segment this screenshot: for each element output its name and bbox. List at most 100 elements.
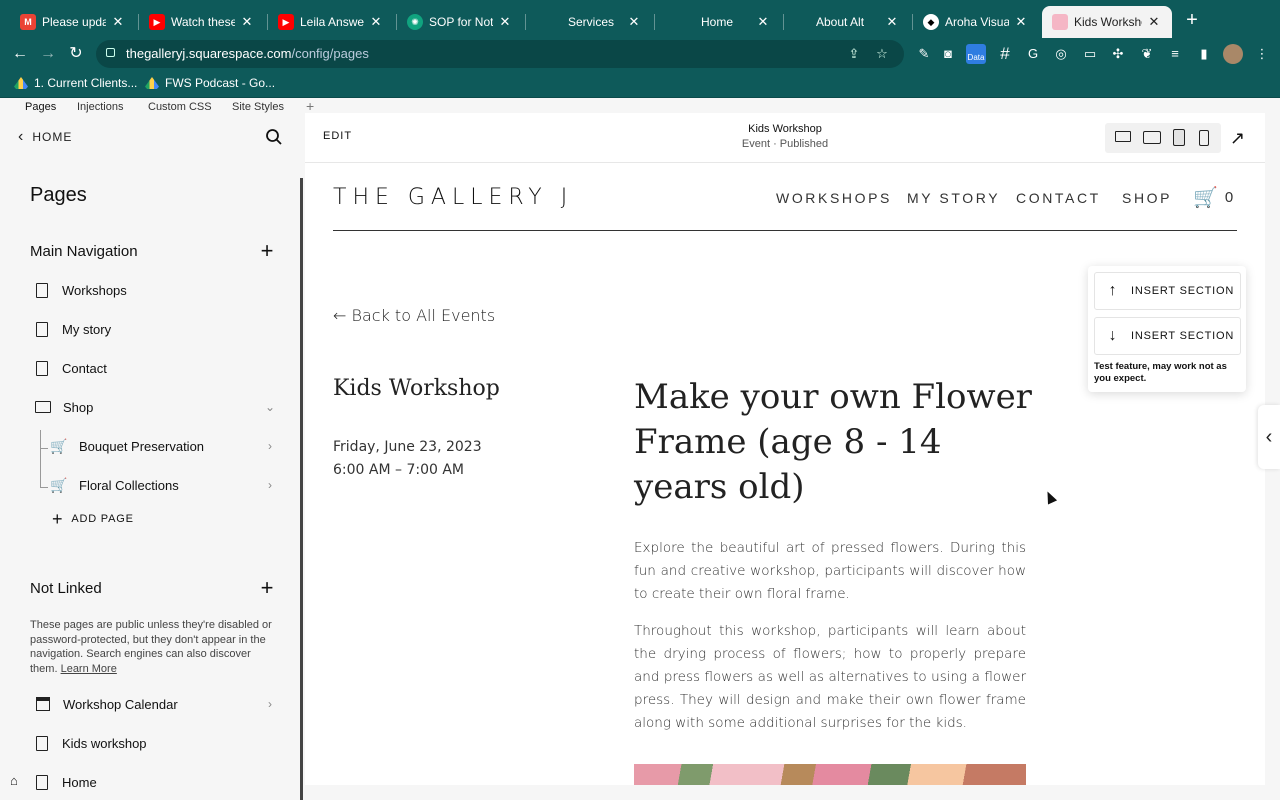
sidebar-item-home[interactable]: Home	[30, 770, 280, 794]
bookmark-item[interactable]: 1. Current Clients...	[14, 76, 137, 90]
avatar[interactable]	[1223, 44, 1243, 64]
side-panel-icon[interactable]: ▮	[1194, 44, 1214, 64]
site-cart-link[interactable]: 🛒 0	[1193, 185, 1234, 210]
site-logo[interactable]: THE GALLERY J	[333, 185, 573, 210]
preview-page-title: Kids Workshop	[748, 123, 822, 135]
chevron-right-icon[interactable]: ›	[260, 439, 280, 453]
add-not-linked-page-button[interactable]: +	[258, 577, 276, 599]
chevron-right-icon[interactable]: ›	[260, 478, 280, 492]
close-icon[interactable]: ✕	[497, 14, 513, 30]
close-icon[interactable]: ✕	[110, 14, 126, 30]
not-linked-description: These pages are public unless they're di…	[30, 618, 280, 676]
tab-title: Home	[701, 15, 734, 29]
close-icon[interactable]: ✕	[239, 14, 255, 30]
browser-tab[interactable]: Services ✕	[526, 6, 652, 38]
add-page-label: ADD PAGE	[71, 513, 134, 525]
chevron-right-icon[interactable]: ›	[260, 697, 280, 711]
browser-tab[interactable]: ▶ Watch these 1 ✕	[139, 6, 265, 38]
sidebar-item-bouquet-preservation[interactable]: 🛒 Bouquet Preservation ›	[50, 434, 280, 458]
tab-title: Leila Answers	[300, 15, 364, 29]
data-extension-icon[interactable]: Data	[966, 44, 986, 64]
search-icon[interactable]	[265, 128, 283, 146]
sidebar-item-shop[interactable]: Shop ⌄	[30, 395, 280, 419]
add-tab-button[interactable]: +	[306, 98, 314, 114]
home-back-link[interactable]: ‹ HOME	[18, 128, 72, 146]
chevron-left-icon[interactable]: ‹	[1258, 405, 1280, 469]
leaf-icon[interactable]: ❦	[1137, 44, 1157, 64]
puzzle-icon[interactable]: ✣	[1108, 44, 1128, 64]
browser-tab[interactable]: About Alt ✕	[784, 6, 910, 38]
nav-item-label: Floral Collections	[79, 477, 179, 493]
site-nav-workshops[interactable]: WORKSHOPS	[776, 190, 892, 206]
close-icon[interactable]: ✕	[884, 14, 900, 30]
add-main-nav-page-button[interactable]: +	[258, 240, 276, 262]
lens-icon[interactable]: ◎	[1051, 44, 1071, 64]
folder-icon	[35, 401, 51, 413]
insert-section-above-button[interactable]: ↑ INSERT SECTION	[1094, 272, 1241, 310]
page-icon	[36, 282, 48, 298]
tablet-landscape-icon[interactable]	[1143, 131, 1161, 144]
chevron-down-icon[interactable]: ⌄	[260, 400, 280, 414]
camera-icon[interactable]: ◙	[938, 44, 958, 64]
panel-resize-handle[interactable]	[300, 178, 303, 800]
homepage-icon: ⌂	[10, 773, 18, 788]
browser-tab[interactable]: ✺ SOP for Notio ✕	[397, 6, 523, 38]
nav-item-label: Bouquet Preservation	[79, 438, 205, 454]
address-bar[interactable]: thegalleryj.squarespace.com/config/pages…	[96, 40, 904, 68]
close-icon[interactable]: ✕	[626, 14, 642, 30]
browser-tab-active[interactable]: Kids Worksho ✕	[1042, 6, 1172, 38]
id-card-icon[interactable]: ▭	[1080, 44, 1100, 64]
sidebar-item-workshops[interactable]: Workshops	[30, 278, 280, 302]
mobile-view-icon[interactable]	[1199, 130, 1209, 146]
tab-site-styles[interactable]: Site Styles	[232, 101, 284, 113]
sidebar-item-my-story[interactable]: My story	[30, 317, 280, 341]
url-domain: thegalleryj.squarespace.com	[126, 46, 292, 61]
sidebar-item-workshop-calendar[interactable]: Workshop Calendar ›	[30, 692, 280, 716]
arrow-down-icon: ↓	[1108, 327, 1118, 344]
extension-pen-icon[interactable]: ✎	[914, 44, 934, 64]
sidebar-item-kids-workshop[interactable]: Kids workshop	[30, 731, 280, 755]
sidebar-item-floral-collections[interactable]: 🛒 Floral Collections ›	[50, 473, 280, 497]
site-nav-my-story[interactable]: MY STORY	[907, 190, 1000, 206]
learn-more-link[interactable]: Learn More	[61, 663, 117, 675]
close-icon[interactable]: ✕	[1146, 14, 1162, 30]
browser-tab[interactable]: M Please update ✕	[10, 6, 136, 38]
new-tab-button[interactable]: +	[1180, 8, 1204, 32]
media-queue-icon[interactable]: ≡	[1165, 44, 1185, 64]
tab-injections[interactable]: Injections	[77, 101, 123, 113]
tab-custom-css[interactable]: Custom CSS	[148, 101, 212, 113]
bookmarks-bar: 1. Current Clients... FWS Podcast - Go..…	[0, 70, 1280, 98]
bookmark-item[interactable]: FWS Podcast - Go...	[145, 76, 275, 90]
translate-icon[interactable]: G	[1023, 44, 1043, 64]
google-drive-icon	[145, 77, 159, 89]
add-page-button[interactable]: + ADD PAGE	[52, 509, 134, 529]
reload-icon[interactable]: ↻	[64, 42, 88, 66]
event-image	[634, 764, 1026, 785]
share-icon[interactable]: ⇪	[846, 46, 862, 62]
back-to-events-link[interactable]: ← Back to All Events	[333, 306, 495, 325]
desktop-view-icon[interactable]	[1115, 131, 1131, 142]
tab-pages[interactable]: Pages	[25, 101, 56, 113]
nav-item-label: Contact	[62, 360, 107, 376]
browser-tab[interactable]: ◆ Aroha Visuals ✕	[913, 6, 1039, 38]
expand-preview-icon[interactable]: ↗	[1230, 129, 1248, 147]
close-icon[interactable]: ✕	[1013, 14, 1029, 30]
close-icon[interactable]: ✕	[368, 14, 384, 30]
pages-panel: Pages Injections Custom CSS Site Styles …	[0, 98, 314, 800]
edit-button[interactable]: EDIT	[323, 130, 352, 142]
browser-tab[interactable]: Home ✕	[655, 6, 781, 38]
site-nav-shop[interactable]: SHOP	[1122, 190, 1172, 206]
site-nav-contact[interactable]: CONTACT	[1016, 190, 1101, 206]
plus-icon: +	[52, 509, 64, 529]
kebab-menu-icon[interactable]: ⋮	[1252, 44, 1272, 64]
close-icon[interactable]: ✕	[755, 14, 771, 30]
back-arrow-icon[interactable]: ←	[8, 42, 32, 66]
hashtag-icon[interactable]: #	[995, 44, 1015, 64]
tablet-portrait-icon[interactable]	[1173, 129, 1185, 146]
sidebar-item-contact[interactable]: Contact	[30, 356, 280, 380]
tab-title: Please update	[42, 15, 106, 29]
browser-tab[interactable]: ▶ Leila Answers ✕	[268, 6, 394, 38]
forward-arrow-icon[interactable]: →	[36, 42, 60, 66]
insert-section-below-button[interactable]: ↓ INSERT SECTION	[1094, 317, 1241, 355]
bookmark-star-icon[interactable]: ☆	[874, 46, 890, 62]
